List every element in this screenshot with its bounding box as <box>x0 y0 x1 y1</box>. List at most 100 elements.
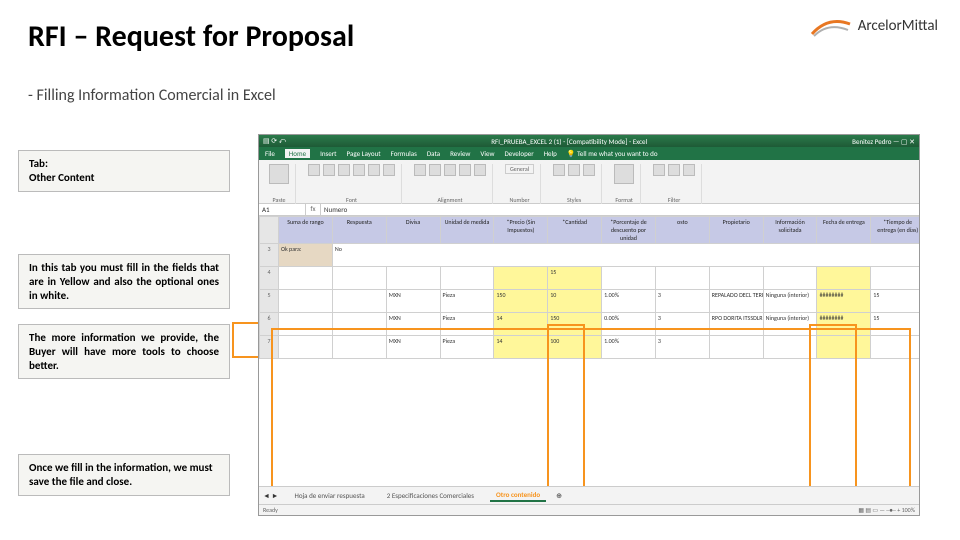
fill-color-icon[interactable] <box>368 164 380 176</box>
ribbon-tab-help[interactable]: Help <box>544 149 557 158</box>
brand-name: ArcelorMittal <box>858 17 938 35</box>
merge-icon[interactable] <box>474 164 486 176</box>
table-row: 5 MXN Pieza 150 10 1.00% 3 REPALADO DECL… <box>260 290 920 313</box>
col-header: Fecha de entrega <box>817 217 871 244</box>
cell-cant[interactable]: 10 <box>548 290 602 313</box>
cell-fecha[interactable] <box>817 336 871 359</box>
format-icon[interactable] <box>614 164 634 184</box>
align-right-icon[interactable] <box>444 164 456 176</box>
ribbon-group-styles: Styles <box>547 164 602 204</box>
autosum-icon[interactable] <box>653 164 665 176</box>
ribbon-group-cells: Format <box>608 164 641 204</box>
cell[interactable]: Pieza <box>440 336 494 359</box>
zoom-slider[interactable]: ─●─ + <box>886 506 901 514</box>
ribbon-tab-review[interactable]: Review <box>450 149 470 158</box>
sheet-tab[interactable]: Hoja de enviar respuesta <box>288 490 370 501</box>
conditional-format-icon[interactable] <box>553 164 565 176</box>
ribbon-tab-data[interactable]: Data <box>427 149 440 158</box>
view-normal-icon[interactable]: ▦ <box>858 506 864 514</box>
align-left-icon[interactable] <box>414 164 426 176</box>
worksheet-area[interactable]: Suma de rango Respuesta Divisa Unidad de… <box>259 216 919 486</box>
cell[interactable]: 15 <box>871 313 919 336</box>
view-break-icon[interactable]: ▭ <box>872 506 878 514</box>
ribbon-tab-insert[interactable]: Insert <box>320 149 336 158</box>
sheet-nav-icon[interactable]: ◄ ► <box>263 491 278 500</box>
new-sheet-icon[interactable]: ⊕ <box>556 491 562 500</box>
cell[interactable]: 1.00% <box>602 290 656 313</box>
status-bar: Ready ▦ ▤ ▭ — ─●─ + 100% <box>259 504 919 515</box>
cell-fecha[interactable]: ######## <box>817 313 871 336</box>
col-header: Suma de rango <box>279 217 333 244</box>
cell-cant[interactable]: 15 <box>548 267 602 290</box>
cell-cant[interactable]: 150 <box>548 313 602 336</box>
zoom-level: 100% <box>902 506 915 514</box>
cell-fecha[interactable] <box>817 267 871 290</box>
cell[interactable]: MXN <box>386 290 440 313</box>
cell[interactable]: No <box>332 244 919 267</box>
tell-me-search[interactable]: 💡 Tell me what you want to do <box>567 149 658 158</box>
wrap-text-icon[interactable] <box>459 164 471 176</box>
table-row: 7 MXN Pieza 14 100 1.00% 3 <box>260 336 920 359</box>
format-label: Format <box>615 196 633 204</box>
cell-precio[interactable] <box>494 267 548 290</box>
ribbon-group-font: Font <box>302 164 402 204</box>
italic-icon[interactable] <box>323 164 335 176</box>
group-label-styles: Styles <box>567 196 581 204</box>
group-label-alignment: Alignment <box>437 196 462 204</box>
ribbon-tab-formulas[interactable]: Formulas <box>391 149 417 158</box>
cell-precio[interactable]: 150 <box>494 290 548 313</box>
align-center-icon[interactable] <box>429 164 441 176</box>
cell-precio[interactable]: 14 <box>494 313 548 336</box>
cell[interactable]: Pieza <box>440 313 494 336</box>
sheet-tab-active[interactable]: Otro contenido <box>490 489 546 502</box>
cell[interactable]: 1.00% <box>602 336 656 359</box>
cell[interactable]: Ok para: <box>279 244 333 267</box>
ribbon-tab-file[interactable]: File <box>265 149 275 158</box>
cell-styles-icon[interactable] <box>583 164 595 176</box>
cell[interactable]: Pieza <box>440 290 494 313</box>
sheet-tab[interactable]: 2 Especificaciones Comerciales <box>381 490 480 501</box>
cell-fecha[interactable]: ######## <box>817 290 871 313</box>
status-ready: Ready <box>263 506 278 514</box>
ribbon-tab-pagelayout[interactable]: Page Layout <box>347 149 381 158</box>
view-page-icon[interactable]: ▤ <box>865 506 871 514</box>
cell[interactable]: 3 <box>655 290 709 313</box>
table-row: 6 MXN Pieza 14 150 0.00% 3 RPO DORITA IT… <box>260 313 920 336</box>
ribbon-group-alignment: Alignment <box>408 164 493 204</box>
fill-icon[interactable] <box>668 164 680 176</box>
tab-callout: Tab: Other Content <box>18 150 230 192</box>
col-header: osto <box>655 217 709 244</box>
cell[interactable]: RPO DORITA ITSSDLR TRANSMISION DE CAMIÓN… <box>709 313 763 336</box>
instruction-more-info: The more information we provide, the Buy… <box>18 324 230 379</box>
underline-icon[interactable] <box>338 164 350 176</box>
ribbon-tab-developer[interactable]: Developer <box>504 149 533 158</box>
format-table-icon[interactable] <box>568 164 580 176</box>
ribbon-group-clipboard: Paste <box>263 164 296 204</box>
cell-precio[interactable]: 14 <box>494 336 548 359</box>
font-color-icon[interactable] <box>383 164 395 176</box>
ribbon-group-editing: Filter <box>647 164 702 204</box>
cell[interactable]: REPALADO DECL TERPALAR MOD. T156 BL 55.8… <box>709 290 763 313</box>
cell[interactable]: MXN <box>386 313 440 336</box>
border-icon[interactable] <box>353 164 365 176</box>
ribbon-tab-home[interactable]: Home <box>285 149 310 158</box>
sort-filter-icon[interactable] <box>683 164 695 176</box>
number-format-dropdown[interactable]: General <box>505 164 534 174</box>
col-header: *Tiempo de entrega (en días) <box>871 217 919 244</box>
brand-logo: ArcelorMittal <box>810 14 938 38</box>
cell-cant[interactable]: 100 <box>548 336 602 359</box>
cell[interactable]: 0.00% <box>602 313 656 336</box>
worksheet-grid: Suma de rango Respuesta Divisa Unidad de… <box>259 216 919 359</box>
col-header: Información solicitada <box>763 217 817 244</box>
cell[interactable]: Ninguna (interior) <box>763 290 817 313</box>
cell[interactable]: MXN <box>386 336 440 359</box>
instruction-fill-yellow: In this tab you must fill in the fields … <box>18 254 230 309</box>
cell[interactable]: Ninguna (interior) <box>763 313 817 336</box>
paste-icon[interactable] <box>269 164 289 184</box>
excel-window: ▤ ⟳ ⤺ RFI_PRUEBA_EXCEL 2 (1) - [Compatib… <box>258 134 920 516</box>
bold-icon[interactable] <box>308 164 320 176</box>
cell[interactable]: 3 <box>655 313 709 336</box>
cell[interactable]: 3 <box>655 336 709 359</box>
cell[interactable]: 15 <box>871 290 919 313</box>
ribbon-tab-view[interactable]: View <box>480 149 494 158</box>
